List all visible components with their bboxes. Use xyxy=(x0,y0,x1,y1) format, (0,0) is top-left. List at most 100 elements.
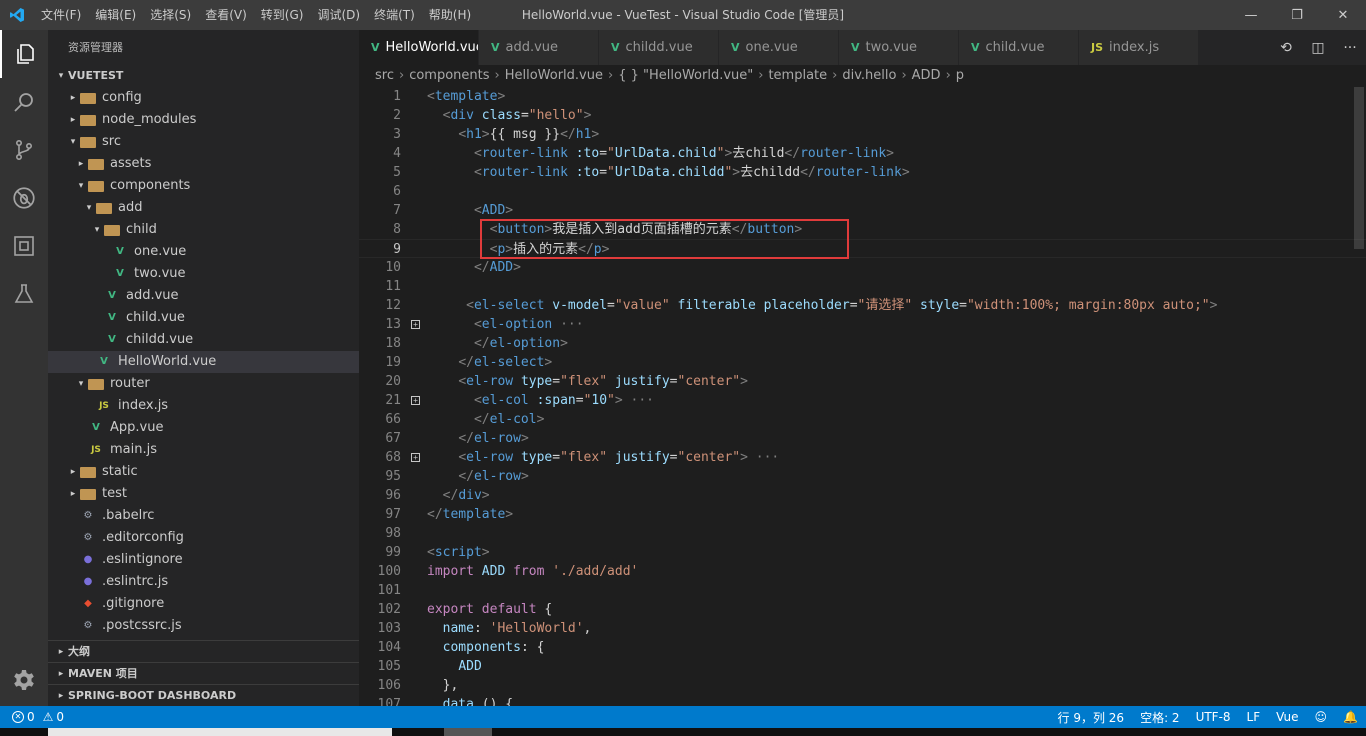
code-line[interactable]: 98 xyxy=(359,524,1366,543)
fold-expand-icon[interactable]: + xyxy=(411,320,420,329)
code-line[interactable]: 7 <ADD> xyxy=(359,201,1366,220)
encoding[interactable]: UTF-8 xyxy=(1196,710,1231,724)
editor-scrollbar[interactable] xyxy=(1352,87,1366,706)
scroll-thumb[interactable] xyxy=(1354,87,1364,249)
gear-icon[interactable] xyxy=(0,656,48,704)
tree-item[interactable]: ▸ static xyxy=(48,461,359,483)
tree-item[interactable]: Vchildd.vue xyxy=(48,329,359,351)
breadcrumb-item[interactable]: { } "HelloWorld.vue" xyxy=(618,68,753,83)
code-line[interactable]: 5 <router-link :to="UrlData.childd">去chi… xyxy=(359,163,1366,182)
error-icon[interactable]: ✕ xyxy=(12,711,24,723)
tree-item[interactable]: ▸ assets xyxy=(48,153,359,175)
language-mode[interactable]: Vue xyxy=(1276,710,1298,724)
indentation[interactable]: 空格: 2 xyxy=(1140,709,1180,726)
code-line[interactable]: 18 </el-option> xyxy=(359,334,1366,353)
code-line[interactable]: 11 xyxy=(359,277,1366,296)
tree-item[interactable]: ▾ add xyxy=(48,197,359,219)
tree-item[interactable]: ⚙ .babelrc xyxy=(48,505,359,527)
breadcrumb-item[interactable]: HelloWorld.vue xyxy=(505,68,603,83)
tree-item[interactable]: ● .eslintignore xyxy=(48,549,359,571)
code-line[interactable]: 12 <el-select v-model="value" filterable… xyxy=(359,296,1366,315)
debug-icon[interactable] xyxy=(0,174,48,222)
notifications-icon[interactable]: 🔔 xyxy=(1343,710,1358,724)
warning-count[interactable]: 0 xyxy=(56,710,64,724)
code-line[interactable]: 101 xyxy=(359,581,1366,600)
menu-item[interactable]: 选择(S) xyxy=(143,0,198,30)
editor-tab[interactable]: Vchild.vue xyxy=(959,30,1079,65)
tree-item[interactable]: ◆ .gitignore xyxy=(48,593,359,615)
editor-tab[interactable]: Vtwo.vue xyxy=(839,30,959,65)
menu-item[interactable]: 终端(T) xyxy=(367,0,422,30)
code-line[interactable]: 9 <p>插入的元素</p> xyxy=(359,239,1366,258)
code-line[interactable]: 20 <el-row type="flex" justify="center"> xyxy=(359,372,1366,391)
editor-tab[interactable]: JS index.js xyxy=(1079,30,1199,65)
files-icon[interactable] xyxy=(0,30,48,78)
tree-item[interactable]: ▸ node_modules xyxy=(48,109,359,131)
editor-tab[interactable]: V HelloWorld.vue xyxy=(359,30,479,65)
code-line[interactable]: 99 <script> xyxy=(359,543,1366,562)
menu-item[interactable]: 帮助(H) xyxy=(422,0,478,30)
line-ending[interactable]: LF xyxy=(1247,710,1261,724)
minimize-button[interactable]: — xyxy=(1228,0,1274,30)
code-line[interactable]: 96 </div> xyxy=(359,486,1366,505)
tree-item[interactable]: ▸ config xyxy=(48,87,359,109)
code-line[interactable]: 97 </template> xyxy=(359,505,1366,524)
tree-item[interactable]: ▸ test xyxy=(48,483,359,505)
editor-tab[interactable]: Vone.vue xyxy=(719,30,839,65)
tree-item[interactable]: ▾ router xyxy=(48,373,359,395)
breadcrumb-item[interactable]: src xyxy=(375,68,394,83)
tree-item[interactable]: V HelloWorld.vue xyxy=(48,351,359,373)
breadcrumb-item[interactable]: template xyxy=(768,68,827,83)
code-line[interactable]: 95 </el-row> xyxy=(359,467,1366,486)
sidebar-section-header[interactable]: ▸ 大纲 xyxy=(48,640,359,662)
menu-item[interactable]: 编辑(E) xyxy=(88,0,143,30)
split-editor-icon[interactable]: ◫ xyxy=(1302,40,1334,56)
tree-item[interactable]: ⚙ .postcssrc.js xyxy=(48,615,359,637)
tree-item[interactable]: ▾ src xyxy=(48,131,359,153)
sidebar-section-header[interactable]: ▸ SPRING-BOOT DASHBOARD xyxy=(48,684,359,706)
menu-item[interactable]: 调试(D) xyxy=(310,0,367,30)
search-icon[interactable] xyxy=(0,78,48,126)
tree-item[interactable]: ▾ child xyxy=(48,219,359,241)
tree-item[interactable]: ⚙ .editorconfig xyxy=(48,527,359,549)
code-line[interactable]: 8 <button>我是插入到add页面插槽的元素</button> xyxy=(359,220,1366,239)
code-line[interactable]: 103 name: 'HelloWorld', xyxy=(359,619,1366,638)
tree-item[interactable]: V App.vue xyxy=(48,417,359,439)
sidebar-section-header[interactable]: ▸ MAVEN 项目 xyxy=(48,662,359,684)
fold-expand-icon[interactable]: + xyxy=(411,396,420,405)
tree-item[interactable]: Vadd.vue xyxy=(48,285,359,307)
taskbar-item[interactable] xyxy=(48,728,392,736)
tree-item[interactable]: JS main.js xyxy=(48,439,359,461)
code-line[interactable]: 4 <router-link :to="UrlData.child">去chil… xyxy=(359,144,1366,163)
feedback-icon[interactable]: ☺ xyxy=(1315,710,1328,724)
error-count[interactable]: 0 xyxy=(27,710,35,724)
editor-tab[interactable]: Vadd.vue xyxy=(479,30,599,65)
code-line[interactable]: 3 <h1>{{ msg }}</h1> xyxy=(359,125,1366,144)
menu-item[interactable]: 查看(V) xyxy=(198,0,254,30)
code-editor[interactable]: 1 <template> 2 <div class="hello"> 3 <h1>{{… xyxy=(359,87,1366,706)
tree-item[interactable]: Vone.vue xyxy=(48,241,359,263)
open-changes-icon[interactable]: ⟲ xyxy=(1270,40,1302,56)
code-line[interactable]: 19 </el-select> xyxy=(359,353,1366,372)
tree-item[interactable]: ● .eslintrc.js xyxy=(48,571,359,593)
code-line[interactable]: 67 </el-row> xyxy=(359,429,1366,448)
breadcrumb-item[interactable]: p xyxy=(956,68,964,83)
tree-item[interactable]: JS index.js xyxy=(48,395,359,417)
source-control-icon[interactable] xyxy=(0,126,48,174)
code-line[interactable]: 68 + <el-row type="flex" justify="center"… xyxy=(359,448,1366,467)
extensions-icon[interactable] xyxy=(0,222,48,270)
editor-tab[interactable]: Vchildd.vue xyxy=(599,30,719,65)
fold-expand-icon[interactable]: + xyxy=(411,453,420,462)
code-line[interactable]: 21 + <el-col :span="10"> ··· xyxy=(359,391,1366,410)
code-line[interactable]: 104 components: { xyxy=(359,638,1366,657)
breadcrumb-item[interactable]: div.hello xyxy=(842,68,896,83)
menu-item[interactable]: 文件(F) xyxy=(34,0,88,30)
taskbar-item[interactable] xyxy=(444,728,492,736)
close-button[interactable]: ✕ xyxy=(1320,0,1366,30)
menu-item[interactable]: 转到(G) xyxy=(254,0,311,30)
code-line[interactable]: 10 </ADD> xyxy=(359,258,1366,277)
tree-item[interactable]: Vtwo.vue xyxy=(48,263,359,285)
breadcrumb-item[interactable]: ADD xyxy=(912,68,941,83)
code-line[interactable]: 106 }, xyxy=(359,676,1366,695)
code-line[interactable]: 13 + <el-option ··· xyxy=(359,315,1366,334)
